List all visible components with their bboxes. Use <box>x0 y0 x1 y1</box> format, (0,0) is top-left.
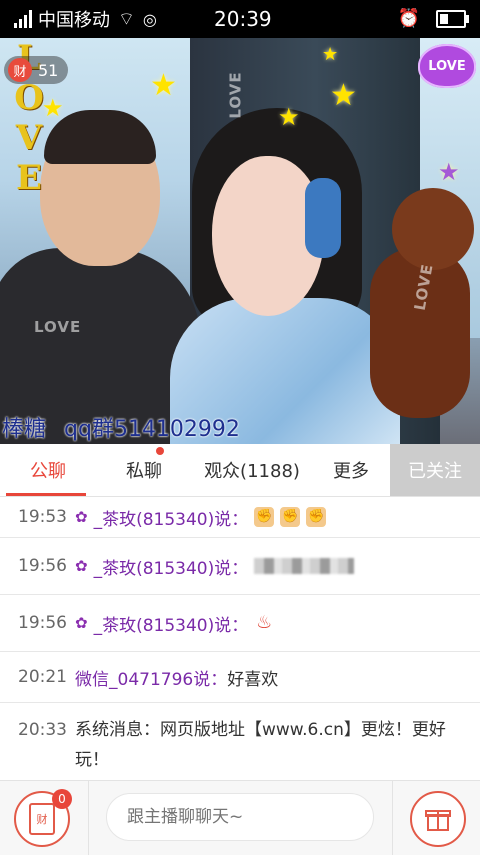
fortune-doc-icon: 财 <box>29 803 55 835</box>
gift-count-badge: 0 <box>52 789 72 809</box>
love-watermark: LOVE <box>34 318 82 336</box>
unread-dot <box>156 447 164 455</box>
message-time: 19:56 <box>18 556 67 576</box>
fortune-count: 51 <box>38 60 59 80</box>
chat-input[interactable] <box>106 793 374 841</box>
video-caption: 棒糖 qq群514102992 <box>0 410 480 444</box>
fist-emoji-icon: ✊ <box>306 507 327 527</box>
wifi-icon: ⌔ <box>118 8 135 30</box>
message-text: 系统消息：网页版地址【www.6.cn】更炫！更好玩！ <box>75 720 446 770</box>
tab-label: 观众(1188) <box>204 461 300 482</box>
chat-message: 19:56 ✿ _茶玫(815340)说： <box>0 538 480 595</box>
star-icon: ★ <box>438 158 460 186</box>
message-time: 20:21 <box>18 667 67 687</box>
fortune-icon: 财 <box>8 58 32 82</box>
tab-audience[interactable]: 观众(1188) <box>192 444 312 496</box>
flower-icon: ✿ <box>75 614 88 632</box>
caption-right: qq群514102992 <box>64 417 240 442</box>
follow-button[interactable]: 已关注 <box>390 444 480 496</box>
tab-label: 公聊 <box>30 461 66 482</box>
wechat-icon: ◎ <box>142 9 157 29</box>
follow-label: 已关注 <box>408 461 462 482</box>
love-letter: V <box>15 118 43 158</box>
gift-box-button[interactable] <box>410 791 466 847</box>
love-heart-sticker: LOVE <box>418 44 476 88</box>
headphone-icon <box>305 178 341 258</box>
gift-box-icon <box>425 810 451 831</box>
signal-icon <box>14 10 32 28</box>
star-icon: ★ <box>278 103 300 131</box>
alarm-icon: ⏰ <box>397 8 420 29</box>
clock: 20:39 <box>214 7 272 31</box>
carrier-name: 中国移动 <box>38 10 110 31</box>
tab-more[interactable]: 更多 <box>312 444 390 496</box>
blurred-content <box>254 558 355 574</box>
divider <box>88 781 89 855</box>
status-bar: 中国移动 ⌔ ◎ 20:39 ⏰ <box>0 0 480 38</box>
system-message: 20:33 系统消息：网页版地址【www.6.cn】更炫！更好玩！ <box>0 703 480 780</box>
chat-message: 20:21 微信_0471796说： 好喜欢 <box>0 652 480 703</box>
fortune-badge[interactable]: 财 51 <box>4 56 69 84</box>
tab-public-chat[interactable]: 公聊 <box>0 444 96 496</box>
live-video[interactable]: L O V E ★ ★ ★ ★ ★ ★ LOVE LOVE LOVE LOVE … <box>0 38 480 444</box>
tab-label: 更多 <box>333 461 369 482</box>
star-icon: ★ <box>330 78 357 113</box>
message-user[interactable]: _茶玫(815340)说： <box>94 611 249 636</box>
message-time: 20:33 <box>18 720 67 740</box>
message-user[interactable]: 微信_0471796说： <box>75 665 227 690</box>
message-time: 19:53 <box>18 507 67 527</box>
bottom-bar: 财 0 <box>0 780 480 855</box>
divider <box>392 781 393 855</box>
chat-tabs: 公聊 私聊 观众(1188) 更多 已关注 <box>0 444 480 497</box>
love-letter: O <box>14 78 44 118</box>
chat-list[interactable]: 19:53 ✿ _茶玫(815340)说： ✊ ✊ ✊ 19:56 ✿ _茶玫(… <box>0 497 480 780</box>
star-icon: ★ <box>150 68 177 103</box>
message-text: 好喜欢 <box>227 669 279 690</box>
fortune-gift-button[interactable]: 财 0 <box>14 789 72 847</box>
fist-emoji-icon: ✊ <box>280 507 301 527</box>
star-icon: ★ <box>322 44 339 65</box>
message-time: 19:56 <box>18 613 67 633</box>
fist-emoji-icon: ✊ <box>254 507 275 527</box>
love-watermark: LOVE <box>226 71 245 119</box>
flower-icon: ✿ <box>75 508 88 526</box>
chat-message: 19:56 ✿ _茶玫(815340)说： ♨ <box>0 595 480 652</box>
chat-message: 19:53 ✿ _茶玫(815340)说： ✊ ✊ ✊ <box>0 497 480 538</box>
flower-icon: ✿ <box>75 557 88 575</box>
battery-icon <box>436 9 469 28</box>
message-user[interactable]: _茶玫(815340)说： <box>94 554 249 579</box>
love-letter: E <box>16 158 42 198</box>
red-emoji-icon: ♨ <box>256 612 273 633</box>
tab-private-chat[interactable]: 私聊 <box>96 444 192 496</box>
tab-label: 私聊 <box>126 461 162 482</box>
caption-left: 棒糖 <box>2 417 47 442</box>
message-user[interactable]: _茶玫(815340)说： <box>94 505 249 530</box>
star-icon: ★ <box>42 94 64 122</box>
